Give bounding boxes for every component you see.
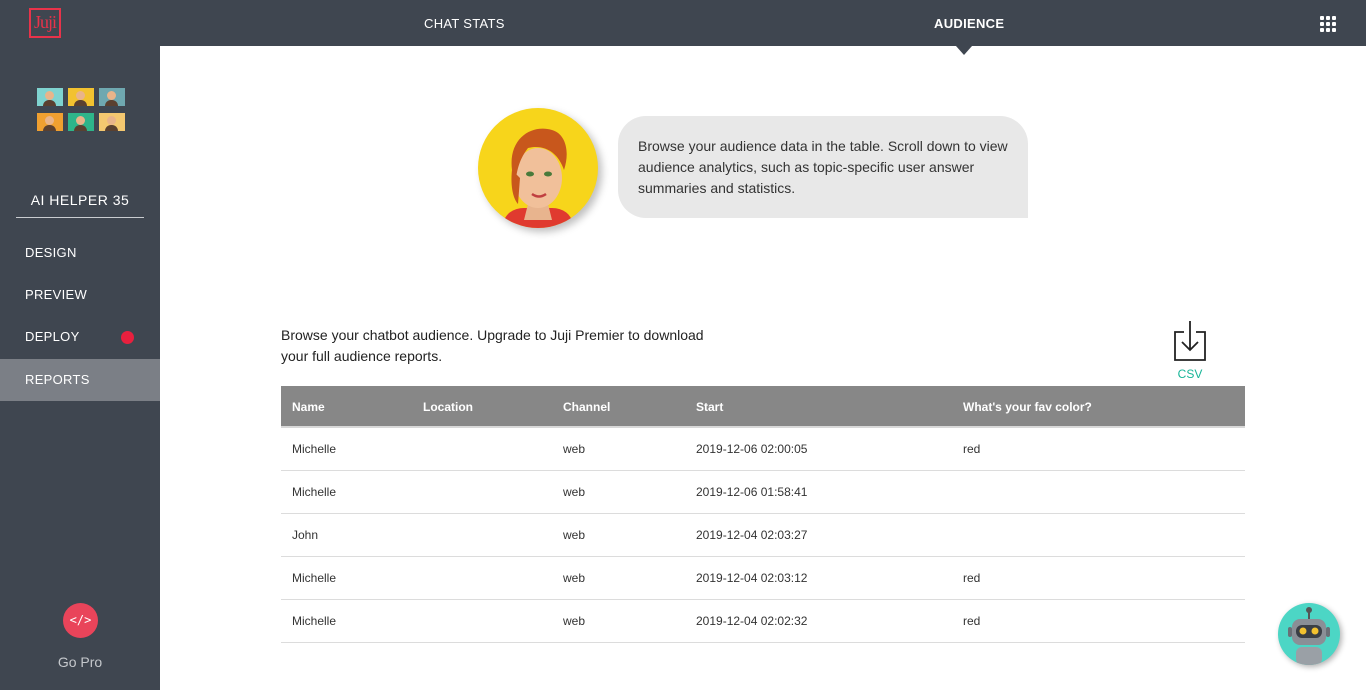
assistant-message: Browse your audience data in the table. … (638, 138, 1008, 196)
cell-name: Michelle (292, 614, 337, 628)
table-header: Name Location Channel Start What's your … (281, 386, 1245, 428)
top-bar: Juji CHAT STATS AUDIENCE (0, 0, 1366, 46)
sidebar-item-label: DESIGN (25, 245, 77, 260)
cell-name: John (292, 528, 319, 542)
cell-start: 2019-12-06 01:58:41 (696, 485, 808, 499)
table-row[interactable]: Michelle web 2019-12-06 02:00:05 red (281, 428, 1245, 471)
table-row[interactable]: John web 2019-12-04 02:03:27 (281, 514, 1245, 557)
avatar (68, 113, 94, 131)
sidebar-item-label: DEPLOY (25, 329, 80, 344)
audience-intro-text: Browse your chatbot audience. Upgrade to… (281, 327, 704, 364)
bot-name: AI HELPER 35 (16, 188, 144, 218)
bot-persona-avatars (37, 88, 125, 134)
cell-channel: web (563, 571, 586, 585)
apps-grid-icon[interactable] (1320, 16, 1336, 32)
column-header-channel[interactable]: Channel (563, 386, 610, 428)
avatar (99, 88, 125, 106)
sidebar-item-preview[interactable]: PREVIEW (0, 274, 160, 316)
column-header-start[interactable]: Start (696, 386, 723, 428)
cell-name: Michelle (292, 485, 337, 499)
sidebar: AI HELPER 35 DESIGN PREVIEW DEPLOY REPOR… (0, 46, 160, 690)
table-row[interactable]: Michelle web 2019-12-04 02:02:32 red (281, 600, 1245, 643)
sidebar-item-design[interactable]: DESIGN (0, 232, 160, 274)
sidebar-item-deploy[interactable]: DEPLOY (0, 316, 160, 358)
cell-start: 2019-12-04 02:03:27 (696, 528, 808, 542)
csv-label: CSV (1177, 367, 1203, 381)
download-icon (1174, 321, 1206, 361)
helper-robot-button[interactable] (1278, 603, 1340, 665)
go-pro-link[interactable]: Go Pro (0, 654, 160, 670)
woman-face-icon (504, 128, 572, 228)
juji-logo[interactable]: Juji (29, 8, 61, 38)
table-row[interactable]: Michelle web 2019-12-06 01:58:41 (281, 471, 1245, 514)
tab-chat-stats[interactable]: CHAT STATS (424, 0, 505, 46)
cell-start: 2019-12-04 02:02:32 (696, 614, 808, 628)
table-row[interactable]: Michelle web 2019-12-04 02:03:12 red (281, 557, 1245, 600)
csv-download-button[interactable]: CSV (1170, 320, 1210, 382)
avatar (37, 88, 63, 106)
column-header-fav-color[interactable]: What's your fav color? (963, 386, 1092, 428)
code-icon[interactable]: </> (63, 603, 98, 638)
tab-audience[interactable]: AUDIENCE (934, 0, 1004, 46)
cell-start: 2019-12-06 02:00:05 (696, 442, 808, 456)
avatar (68, 88, 94, 106)
sidebar-item-reports[interactable]: REPORTS (0, 359, 160, 401)
column-header-location[interactable]: Location (423, 386, 473, 428)
audience-table: Name Location Channel Start What's your … (281, 386, 1245, 643)
column-header-name[interactable]: Name (292, 386, 325, 428)
assistant-avatar (478, 108, 598, 228)
cell-channel: web (563, 614, 586, 628)
avatar (37, 113, 63, 131)
sidebar-item-label: PREVIEW (25, 287, 88, 302)
robot-icon (1288, 607, 1330, 665)
deploy-status-dot (121, 331, 134, 344)
cell-start: 2019-12-04 02:03:12 (696, 571, 808, 585)
assistant-message-bubble: Browse your audience data in the table. … (618, 116, 1028, 218)
avatar (99, 113, 125, 131)
cell-channel: web (563, 485, 586, 499)
cell-name: Michelle (292, 571, 337, 585)
cell-fav-color: red (963, 614, 981, 628)
cell-channel: web (563, 442, 586, 456)
cell-name: Michelle (292, 442, 337, 456)
cell-channel: web (563, 528, 586, 542)
sidebar-item-label: REPORTS (25, 372, 90, 387)
cell-fav-color: red (963, 571, 981, 585)
active-tab-caret-icon (956, 46, 972, 55)
cell-fav-color: red (963, 442, 981, 456)
